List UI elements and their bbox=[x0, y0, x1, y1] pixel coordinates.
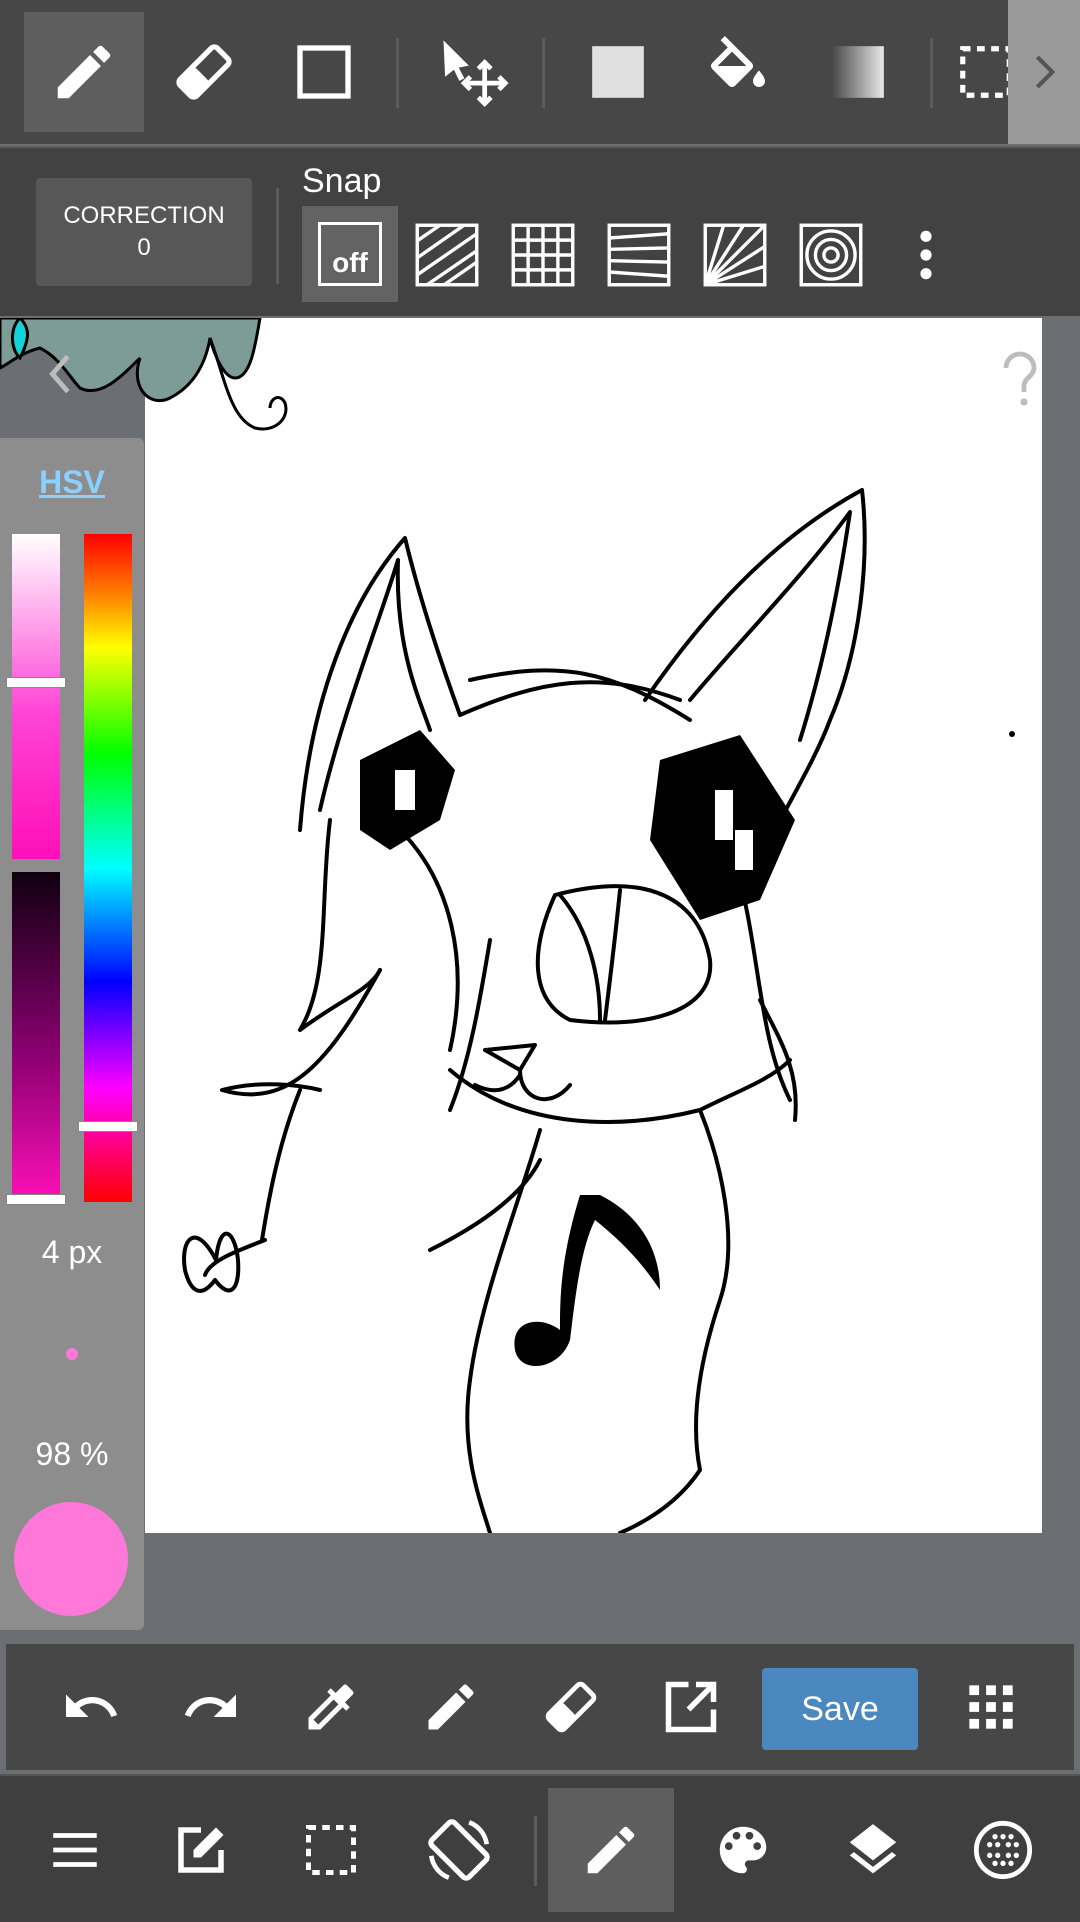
toolbar-divider bbox=[930, 38, 933, 108]
main-menu-button[interactable] bbox=[12, 1788, 138, 1912]
correction-value: 0 bbox=[137, 234, 151, 261]
eyedropper-button[interactable] bbox=[286, 1662, 376, 1752]
eraser-icon bbox=[176, 44, 232, 100]
action-bar: Save bbox=[6, 1644, 1074, 1770]
dashed-selection-icon bbox=[306, 1825, 356, 1875]
opacity-value[interactable]: 98 % bbox=[0, 1436, 144, 1473]
chevron-left-icon bbox=[49, 354, 70, 394]
brush-size-value[interactable]: 4 px bbox=[0, 1234, 144, 1271]
drawing-canvas[interactable] bbox=[145, 318, 1042, 1533]
redo-icon bbox=[184, 1694, 236, 1717]
share-button[interactable] bbox=[646, 1662, 736, 1752]
snap-perspective-button[interactable] bbox=[594, 210, 684, 300]
external-link-icon bbox=[665, 1681, 717, 1733]
snap-title: Snap bbox=[302, 162, 382, 200]
redo-button[interactable] bbox=[166, 1662, 256, 1752]
quick-brush-button[interactable] bbox=[406, 1662, 496, 1752]
correction-button[interactable]: CORRECTION 0 bbox=[36, 178, 252, 286]
eraser-tool-button[interactable] bbox=[144, 12, 264, 132]
grid-icon bbox=[511, 223, 575, 287]
color-panel: HSV 4 px 98 % bbox=[0, 438, 144, 1630]
snap-off-label: off bbox=[332, 247, 368, 278]
toolbar-divider bbox=[542, 38, 545, 108]
brush-tool-button[interactable] bbox=[24, 12, 144, 132]
shape-tool-button[interactable] bbox=[264, 12, 384, 132]
bottom-nav bbox=[0, 1774, 1080, 1922]
fill-rect-tool-button[interactable] bbox=[558, 12, 678, 132]
color-mode-toggle[interactable]: HSV bbox=[0, 464, 144, 501]
snap-divider bbox=[276, 188, 279, 284]
parallel-lines-icon bbox=[415, 223, 479, 287]
hue-slider[interactable] bbox=[78, 534, 138, 1202]
top-toolbar bbox=[0, 0, 1080, 144]
perspective-lines-icon bbox=[607, 223, 671, 287]
brush-nav-button[interactable] bbox=[548, 1788, 674, 1912]
eyedropper-icon bbox=[308, 1684, 354, 1730]
bucket-tool-button[interactable] bbox=[678, 12, 798, 132]
pencil-icon bbox=[587, 1826, 635, 1874]
gradient-tool-button[interactable] bbox=[798, 12, 918, 132]
pencil-icon bbox=[428, 1684, 474, 1730]
dotted-circle-icon bbox=[973, 1820, 1033, 1880]
snap-grid-button[interactable] bbox=[498, 210, 588, 300]
save-button[interactable]: Save bbox=[762, 1668, 918, 1750]
snap-parallel-button[interactable] bbox=[402, 210, 492, 300]
filled-square-icon bbox=[592, 46, 644, 98]
saturation-slider-thumb[interactable] bbox=[6, 677, 66, 688]
snap-bar: CORRECTION 0 Snap off bbox=[0, 146, 1080, 316]
menu-grid-button[interactable] bbox=[946, 1662, 1036, 1752]
undo-icon bbox=[66, 1694, 118, 1717]
edit-button[interactable] bbox=[138, 1788, 264, 1912]
palette-icon bbox=[719, 1826, 767, 1874]
edit-square-icon bbox=[178, 1827, 224, 1873]
brightness-slider[interactable] bbox=[6, 872, 66, 1205]
grid-dots-icon bbox=[969, 1685, 1013, 1729]
cat-drawing bbox=[182, 488, 1015, 1533]
chevron-right-icon bbox=[1035, 55, 1056, 89]
more-vertical-icon bbox=[920, 230, 932, 280]
quick-eraser-button[interactable] bbox=[526, 1662, 616, 1752]
nav-divider bbox=[534, 1816, 537, 1886]
question-mark-icon bbox=[1003, 351, 1037, 406]
eraser-icon bbox=[545, 1681, 597, 1733]
concentric-circles-icon bbox=[799, 223, 863, 287]
brush-settings-button[interactable] bbox=[940, 1788, 1066, 1912]
paint-bucket-icon bbox=[710, 36, 765, 88]
pencil-icon bbox=[57, 45, 111, 99]
square-outline-icon bbox=[297, 45, 351, 99]
selection-button[interactable] bbox=[268, 1788, 394, 1912]
layers-button[interactable] bbox=[810, 1788, 936, 1912]
undo-button[interactable] bbox=[46, 1662, 136, 1752]
hue-slider-thumb[interactable] bbox=[78, 1121, 138, 1132]
rotate-canvas-button[interactable] bbox=[396, 1788, 522, 1912]
brightness-slider-thumb[interactable] bbox=[6, 1194, 66, 1205]
correction-label: CORRECTION bbox=[63, 202, 225, 229]
collapse-panel-button[interactable] bbox=[44, 352, 74, 396]
brush-size-preview bbox=[66, 1348, 78, 1360]
snap-off-button[interactable]: off bbox=[302, 206, 398, 302]
move-tool-button[interactable] bbox=[412, 12, 532, 132]
snap-more-button[interactable] bbox=[884, 210, 968, 300]
snap-off-icon: off bbox=[318, 222, 382, 286]
radial-lines-icon bbox=[703, 223, 767, 287]
toolbar-scroll-right-button[interactable] bbox=[1008, 0, 1080, 144]
gradient-icon bbox=[832, 46, 884, 98]
toolbar-divider bbox=[396, 38, 399, 108]
hamburger-menu-icon bbox=[53, 1833, 97, 1867]
layers-icon bbox=[849, 1824, 897, 1874]
help-button[interactable] bbox=[996, 350, 1044, 410]
snap-radial-button[interactable] bbox=[690, 210, 780, 300]
current-color-swatch[interactable] bbox=[14, 1502, 128, 1616]
saturation-slider[interactable] bbox=[6, 534, 66, 859]
color-palette-button[interactable] bbox=[680, 1788, 806, 1912]
move-arrows-icon bbox=[443, 40, 509, 108]
screen-rotation-icon bbox=[428, 1819, 490, 1881]
snap-concentric-button[interactable] bbox=[786, 210, 876, 300]
